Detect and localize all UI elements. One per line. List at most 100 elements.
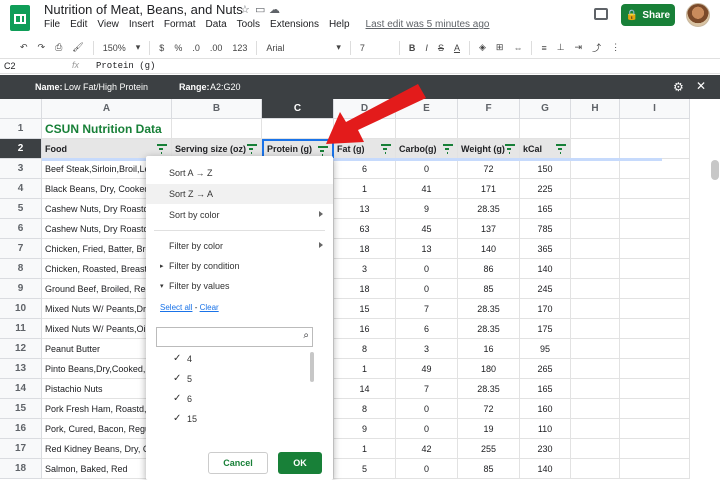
value-cell[interactable]: 140 [520,259,571,279]
value-cell[interactable]: 255 [458,439,520,459]
value-cell[interactable]: 160 [520,399,571,419]
horizontal-align-icon[interactable]: ≡ [541,43,546,53]
print-icon[interactable]: ⎙ [55,42,62,53]
merge-cells-icon[interactable]: ⇔ [513,43,522,53]
value-cell[interactable]: 245 [520,279,571,299]
filter-value-label[interactable]: 4 [187,354,192,364]
avatar[interactable] [686,3,710,27]
more-icon[interactable]: ⋮ [611,42,620,53]
checkmark-icon[interactable]: ✓ [173,373,181,384]
header-cell[interactable]: Weight (g) [458,139,520,159]
row-header-2[interactable]: 2 [0,139,42,159]
value-cell[interactable]: 140 [458,239,520,259]
value-cell[interactable]: 1 [334,359,396,379]
value-cell[interactable]: 180 [458,359,520,379]
value-cell[interactable]: 0 [396,419,458,439]
column-header-g[interactable]: G [520,99,571,119]
cell[interactable] [620,419,690,439]
last-edit-link[interactable]: Last edit was 5 minutes ago [366,19,490,30]
value-cell[interactable]: 41 [396,179,458,199]
strikethrough-button[interactable]: S [438,43,444,53]
value-cell[interactable]: 8 [334,339,396,359]
value-cell[interactable]: 95 [520,339,571,359]
menu-view[interactable]: View [97,19,119,30]
cell[interactable] [571,299,620,319]
cell[interactable] [620,279,690,299]
cell[interactable] [620,179,690,199]
cell[interactable] [620,259,690,279]
select-all-corner[interactable] [0,99,42,119]
borders-icon[interactable]: ⊞ [496,42,504,53]
clear-link[interactable]: Clear [200,303,219,312]
comment-history-icon[interactable] [594,8,608,20]
row-header-8[interactable]: 8 [0,259,42,279]
value-cell[interactable]: 13 [334,199,396,219]
row-header-10[interactable]: 10 [0,299,42,319]
close-icon[interactable]: ✕ [696,79,706,93]
cell[interactable] [571,379,620,399]
menu-edit[interactable]: Edit [70,19,87,30]
chevron-down-icon[interactable]: ▾ [136,42,141,53]
formula-input[interactable]: Protein (g) [96,61,155,71]
chevron-down-icon[interactable]: ▾ [336,42,341,53]
value-cell[interactable]: 19 [458,419,520,439]
value-cell[interactable]: 28.35 [458,199,520,219]
value-cell[interactable]: 140 [520,459,571,479]
increase-decimal-button[interactable]: .00 [210,43,223,53]
value-cell[interactable]: 137 [458,219,520,239]
cell[interactable] [172,119,262,139]
value-cell[interactable]: 86 [458,259,520,279]
value-cell[interactable]: 165 [520,199,571,219]
value-cell[interactable]: 7 [396,299,458,319]
filter-value-label[interactable]: 15 [187,414,197,424]
cell[interactable] [620,199,690,219]
row-header-12[interactable]: 12 [0,339,42,359]
cell[interactable] [571,279,620,299]
row-header-15[interactable]: 15 [0,399,42,419]
value-cell[interactable]: 9 [334,419,396,439]
value-cell[interactable]: 6 [396,319,458,339]
cell[interactable] [620,459,690,479]
vertical-align-icon[interactable]: ⊥ [557,42,565,53]
currency-format-button[interactable]: $ [159,43,164,53]
decrease-decimal-button[interactable]: .0 [192,43,200,53]
sort-by-color[interactable]: Sort by color [146,205,333,225]
value-cell[interactable]: 42 [396,439,458,459]
filter-by-condition[interactable]: ▸ Filter by condition [146,256,333,276]
menu-data[interactable]: Data [206,19,227,30]
menu-help[interactable]: Help [329,19,350,30]
font-size-select[interactable]: 7 [360,43,390,53]
value-cell[interactable]: 1 [334,439,396,459]
cell[interactable] [571,199,620,219]
redo-icon[interactable]: ↷ [38,42,46,53]
value-cell[interactable]: 15 [334,299,396,319]
row-header-11[interactable]: 11 [0,319,42,339]
value-cell[interactable]: 28.35 [458,319,520,339]
cell[interactable] [520,119,571,139]
value-cell[interactable]: 1 [334,179,396,199]
ok-button[interactable]: OK [278,452,322,474]
filter-icon[interactable] [443,144,453,154]
value-cell[interactable]: 0 [396,279,458,299]
filter-icon[interactable] [247,144,257,154]
row-header-18[interactable]: 18 [0,459,42,479]
undo-icon[interactable]: ↶ [20,42,28,53]
checkmark-icon[interactable]: ✓ [173,413,181,424]
column-header-i[interactable]: I [620,99,690,119]
cell[interactable] [620,159,690,179]
star-icon[interactable]: ☆ [240,3,250,16]
italic-button[interactable]: I [425,43,428,53]
filter-values-search-input[interactable]: ⌕ [156,327,313,347]
row-header-1[interactable]: 1 [0,119,42,139]
value-cell[interactable]: 175 [520,319,571,339]
cell[interactable] [571,119,620,139]
cell[interactable] [620,359,690,379]
value-cell[interactable]: 0 [396,159,458,179]
cell[interactable] [620,439,690,459]
fill-color-icon[interactable]: ◈ [479,42,486,53]
number-format-button[interactable]: 123 [232,43,247,53]
settings-gear-icon[interactable]: ⚙ [673,80,684,94]
cell[interactable] [620,399,690,419]
cell[interactable] [571,459,620,479]
column-header-a[interactable]: A [42,99,172,119]
